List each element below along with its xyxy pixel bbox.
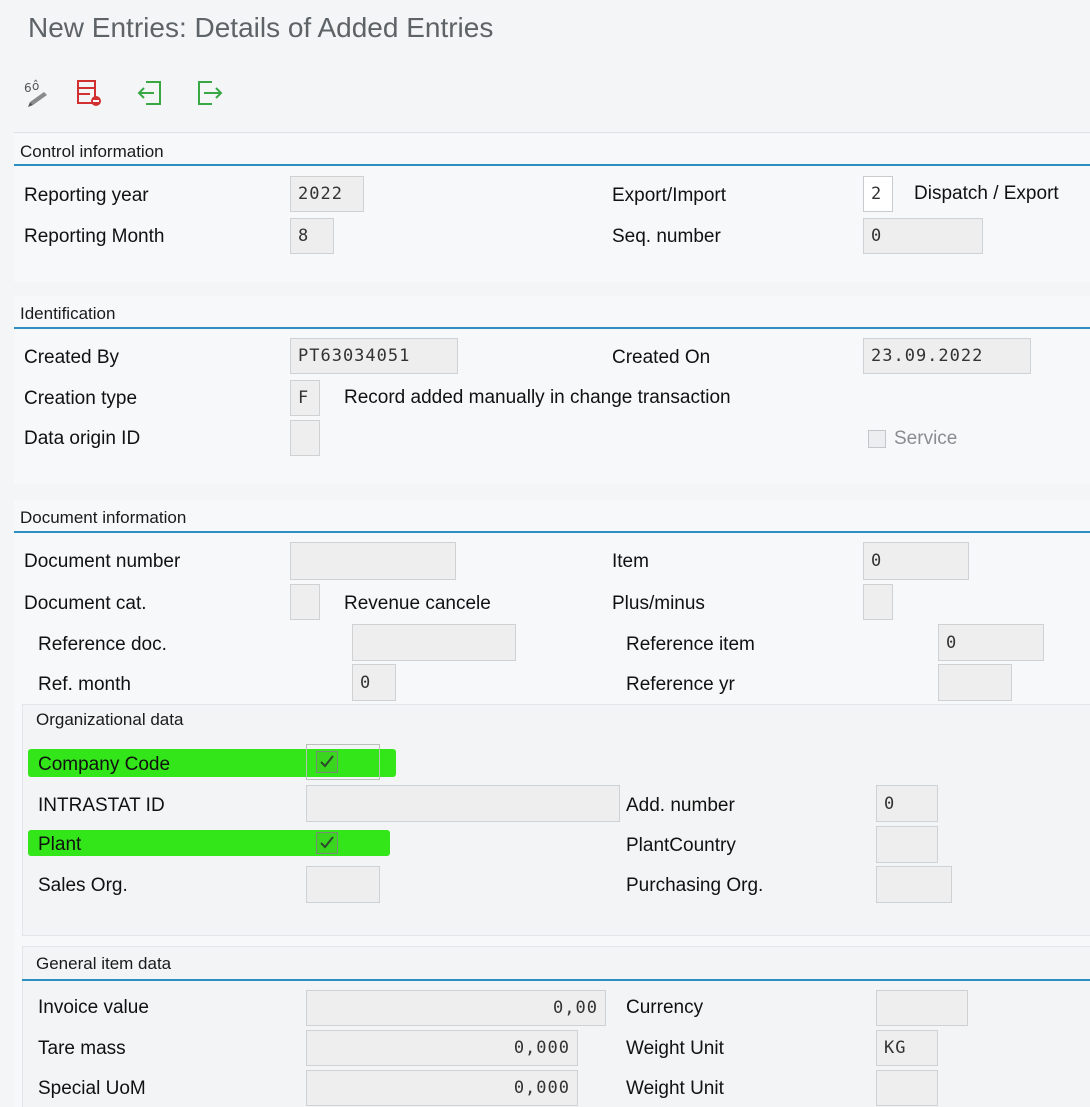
ref-month-label: Ref. month bbox=[38, 674, 131, 695]
data-origin-id-field bbox=[290, 420, 320, 456]
glasses-change-icon[interactable]: 6 ô bbox=[20, 76, 54, 110]
section-divider bbox=[14, 531, 1090, 533]
export-import-text: Dispatch / Export bbox=[914, 183, 1059, 204]
special-uom-label: Special UoM bbox=[38, 1078, 146, 1099]
seq-number-label: Seq. number bbox=[612, 226, 721, 247]
item-label: Item bbox=[612, 551, 649, 572]
company-code-checkbox[interactable] bbox=[316, 751, 338, 773]
document-cat-text: Revenue cancele bbox=[344, 593, 491, 614]
creation-type-field: F bbox=[290, 380, 320, 416]
invoice-value-label: Invoice value bbox=[38, 997, 149, 1018]
organizational-data-title: Organizational data bbox=[36, 710, 184, 729]
reference-item-field: 0 bbox=[938, 624, 1044, 661]
export-import-label: Export/Import bbox=[612, 185, 727, 206]
plant-country-field bbox=[876, 826, 938, 863]
svg-text:6: 6 bbox=[24, 81, 32, 95]
document-information-title: Document information bbox=[20, 508, 187, 527]
page-title: New Entries: Details of Added Entries bbox=[28, 12, 494, 43]
creation-type-label: Creation type bbox=[24, 388, 138, 409]
purchasing-org-field bbox=[876, 866, 952, 903]
reference-doc-field bbox=[352, 624, 516, 661]
plant-checkbox[interactable] bbox=[316, 832, 338, 854]
reference-yr-label: Reference yr bbox=[626, 674, 735, 695]
export-import-field[interactable]: 2 bbox=[863, 176, 893, 212]
plant-label: Plant bbox=[38, 834, 82, 855]
currency-field bbox=[876, 990, 968, 1026]
reporting-year-field[interactable]: 2022 bbox=[290, 176, 364, 212]
control-information-panel bbox=[14, 134, 1090, 282]
identification-title: Identification bbox=[20, 304, 116, 323]
company-code-label: Company Code bbox=[38, 754, 171, 775]
add-number-label: Add. number bbox=[626, 795, 735, 816]
data-origin-id-label: Data origin ID bbox=[24, 428, 141, 449]
item-field: 0 bbox=[863, 542, 969, 580]
weight-unit-field bbox=[876, 1070, 938, 1106]
created-by-label: Created By bbox=[24, 347, 120, 368]
weight-unit-label: Weight Unit bbox=[626, 1038, 724, 1059]
currency-label: Currency bbox=[626, 997, 704, 1018]
reference-yr-field bbox=[938, 664, 1012, 701]
document-number-label: Document number bbox=[24, 551, 181, 572]
document-number-field bbox=[290, 542, 456, 580]
intrastat-id-label: INTRASTAT ID bbox=[38, 795, 165, 816]
seq-number-field: 0 bbox=[863, 218, 983, 254]
plus-minus-label: Plus/minus bbox=[612, 593, 705, 614]
document-cat-field bbox=[290, 584, 320, 620]
previous-entry-icon[interactable] bbox=[134, 76, 168, 110]
tare-mass-label: Tare mass bbox=[38, 1038, 126, 1059]
intrastat-id-field bbox=[306, 785, 620, 822]
reporting-month-field[interactable]: 8 bbox=[290, 218, 334, 254]
plus-minus-field bbox=[863, 584, 893, 620]
general-item-data-title: General item data bbox=[36, 954, 172, 973]
weight-unit-field: KG bbox=[876, 1030, 938, 1066]
document-cat-label: Document cat. bbox=[24, 593, 147, 614]
tare-mass-field: 0,000 bbox=[306, 1030, 578, 1066]
sales-org-field bbox=[306, 866, 380, 903]
created-on-field: 23.09.2022 bbox=[863, 338, 1031, 374]
section-divider bbox=[14, 327, 1090, 329]
ref-month-field: 0 bbox=[352, 664, 396, 701]
section-divider bbox=[14, 164, 1090, 166]
plant-country-label: PlantCountry bbox=[626, 835, 736, 856]
created-by-field: PT63034051 bbox=[290, 338, 458, 374]
special-uom-field: 0,000 bbox=[306, 1070, 578, 1106]
invoice-value-field: 0,00 bbox=[306, 990, 606, 1026]
section-divider bbox=[22, 979, 1090, 981]
service-label: Service bbox=[894, 428, 958, 449]
next-entry-icon[interactable] bbox=[192, 76, 226, 110]
reporting-month-label: Reporting Month bbox=[24, 226, 165, 247]
reference-doc-label: Reference doc. bbox=[38, 634, 167, 655]
created-on-label: Created On bbox=[612, 347, 711, 368]
service-checkbox bbox=[868, 430, 886, 448]
checkmark-icon bbox=[320, 755, 334, 768]
reporting-year-label: Reporting year bbox=[24, 185, 149, 206]
checkmark-icon bbox=[320, 836, 334, 849]
weight-unit-label: Weight Unit bbox=[626, 1078, 724, 1099]
sales-org-label: Sales Org. bbox=[38, 875, 128, 896]
svg-text:ô: ô bbox=[32, 79, 39, 93]
add-number-field: 0 bbox=[876, 785, 938, 822]
control-information-title: Control information bbox=[20, 142, 164, 161]
creation-type-text: Record added manually in change transact… bbox=[344, 387, 731, 408]
reference-item-label: Reference item bbox=[626, 634, 755, 655]
sap-screen: New Entries: Details of Added Entries 6 … bbox=[0, 0, 1090, 1107]
delete-row-icon[interactable] bbox=[72, 76, 106, 110]
purchasing-org-label: Purchasing Org. bbox=[626, 875, 764, 896]
toolbar-separator bbox=[14, 132, 1090, 133]
